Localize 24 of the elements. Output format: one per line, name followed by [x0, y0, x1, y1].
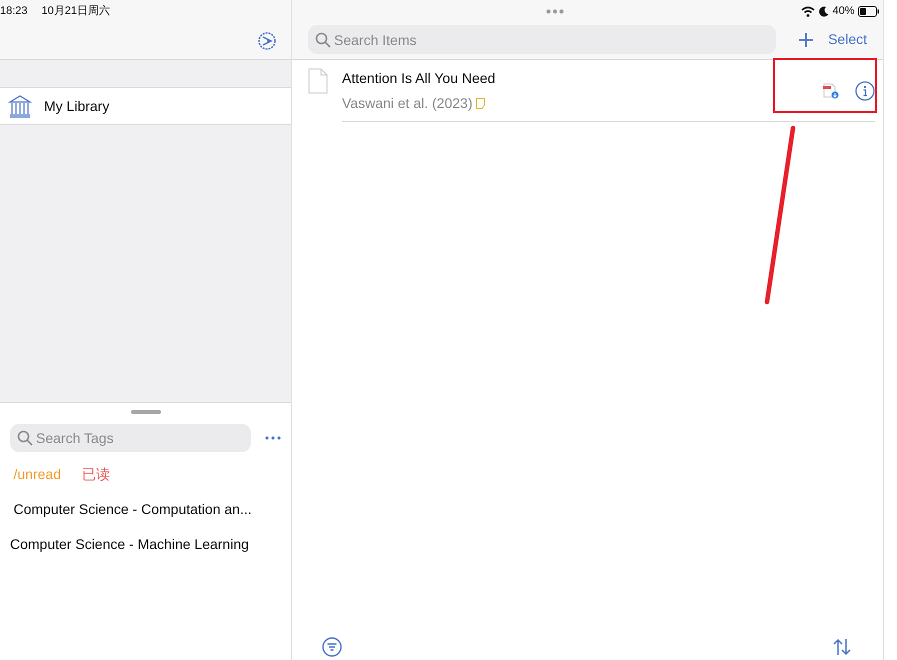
settings-icon[interactable] — [257, 31, 277, 51]
tag-label[interactable]: Computer Science - Computation an... — [14, 501, 252, 517]
library-icon — [8, 94, 32, 118]
wifi-icon — [801, 6, 816, 16]
battery-icon — [858, 6, 880, 16]
pdf-download-icon[interactable] — [823, 82, 839, 99]
info-icon[interactable] — [855, 80, 875, 101]
tag-label[interactable]: Computer Science - Machine Learning — [10, 536, 249, 552]
add-icon[interactable] — [798, 32, 814, 48]
item-authors: Vaswani et al. (2023) — [342, 94, 472, 113]
sort-icon[interactable] — [832, 638, 852, 656]
multitask-icon[interactable] — [546, 8, 564, 14]
drag-handle[interactable] — [130, 410, 160, 414]
document-icon — [308, 68, 328, 94]
item-title: Attention Is All You Need — [342, 69, 496, 88]
select-button[interactable]: Select — [828, 29, 867, 50]
search-field[interactable]: Search Tags — [10, 424, 251, 452]
status-date: 10月21日周六 — [42, 4, 110, 19]
filter-icon[interactable] — [322, 637, 342, 657]
search-field[interactable]: Search Items — [308, 25, 776, 54]
more-icon[interactable] — [265, 435, 281, 441]
moon-icon — [818, 6, 829, 16]
status-time: 18:23 — [0, 4, 28, 19]
battery-percentage: 40% — [832, 4, 854, 19]
